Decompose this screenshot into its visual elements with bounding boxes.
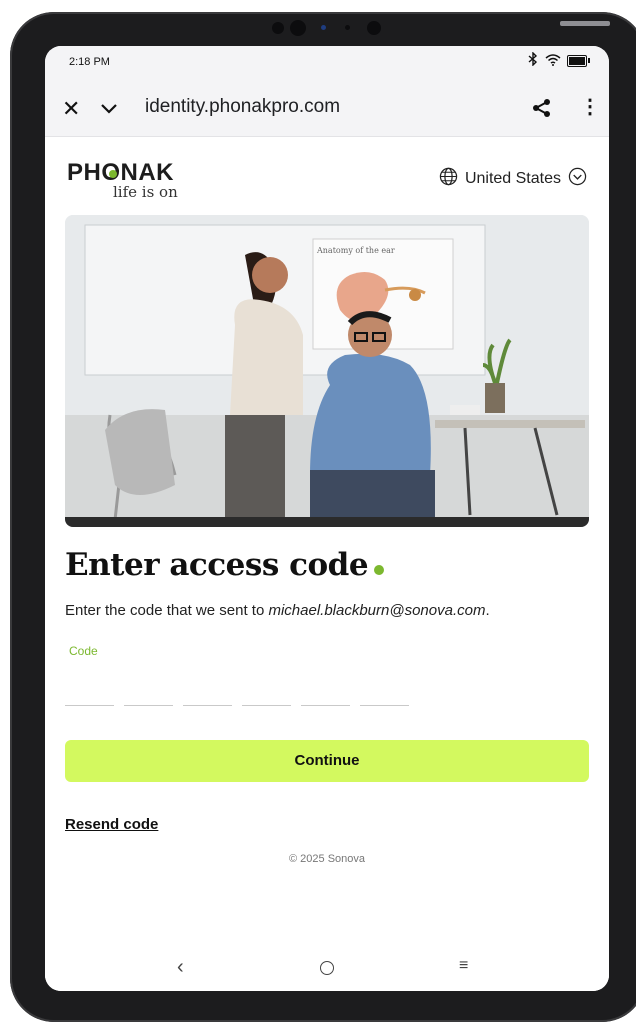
login-page: PHONAK life is on United States Anatomy … <box>45 137 609 991</box>
continue-button[interactable]: Continue <box>65 740 589 782</box>
power-button <box>560 21 610 26</box>
instruction-suffix: . <box>485 602 490 619</box>
region-selector[interactable]: United States <box>439 167 587 191</box>
url-address[interactable]: identity.phonakpro.com <box>145 96 340 118</box>
page-title-text: Enter access code <box>65 547 369 583</box>
battery-icon <box>567 54 590 67</box>
browser-toolbar: ✕ identity.phonakpro.com ⋮ <box>45 80 609 137</box>
code-digit-3[interactable] <box>183 685 232 706</box>
poster-title: Anatomy of the ear <box>316 246 395 255</box>
close-icon[interactable]: ✕ <box>62 98 80 120</box>
brand-wordmark: PHONAK <box>67 159 175 186</box>
share-icon[interactable] <box>532 98 552 123</box>
copyright-text: © 2025 Sonova <box>289 853 365 865</box>
code-digit-2[interactable] <box>124 685 173 706</box>
code-label: Code <box>69 644 98 658</box>
camera-lens <box>367 21 381 35</box>
device-screen: 2:18 PM ✕ identity.phonakpro.com ⋮ PHONA… <box>45 46 609 991</box>
camera-sensor <box>272 22 284 34</box>
hero-illustration: Anatomy of the ear <box>65 215 589 527</box>
status-time: 2:18 PM <box>69 56 110 68</box>
brand-dot <box>109 170 117 178</box>
recipient-email: michael.blackburn@sonova.com <box>268 602 486 619</box>
camera-lens <box>290 20 306 36</box>
resend-code-link[interactable]: Resend code <box>65 816 158 833</box>
page-title: Enter access code <box>65 547 385 583</box>
code-digit-4[interactable] <box>242 685 291 706</box>
hero-image: Anatomy of the ear <box>65 215 589 527</box>
code-input-group <box>65 685 409 706</box>
recents-nav-icon[interactable]: ≡ <box>459 957 468 975</box>
chevron-down-circle-icon <box>568 167 587 191</box>
bluetooth-icon <box>527 51 539 69</box>
chevron-down-icon[interactable] <box>100 102 118 120</box>
status-bar: 2:18 PM <box>45 46 609 80</box>
more-menu-icon[interactable]: ⋮ <box>580 97 600 117</box>
instruction-prefix: Enter the code that we sent to <box>65 602 269 619</box>
globe-icon <box>439 167 458 191</box>
region-label: United States <box>464 170 561 187</box>
status-icons <box>527 51 590 69</box>
wifi-icon <box>545 53 561 69</box>
home-nav-icon[interactable] <box>320 961 334 975</box>
camera-led <box>321 25 326 30</box>
system-nav-bar: ‹ ≡ <box>45 946 609 991</box>
back-nav-icon[interactable]: ‹ <box>177 956 184 979</box>
camera-sensor <box>345 25 350 30</box>
title-accent-dot <box>374 565 385 575</box>
code-digit-6[interactable] <box>360 685 409 706</box>
code-digit-5[interactable] <box>301 685 350 706</box>
code-digit-1[interactable] <box>65 685 114 706</box>
instruction-text: Enter the code that we sent to michael.b… <box>65 602 490 619</box>
phonak-logo[interactable]: PHONAK life is on <box>67 159 178 202</box>
